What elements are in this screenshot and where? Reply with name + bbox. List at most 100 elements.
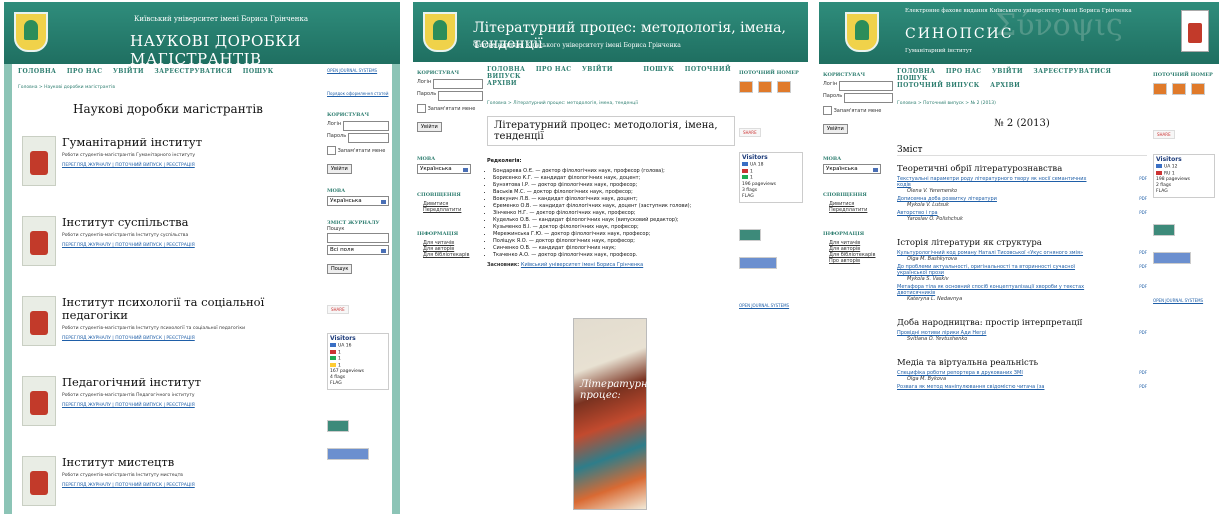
institute-name[interactable]: Інститут суспільства — [62, 216, 312, 229]
ojs-link[interactable]: OPEN JOURNAL SYSTEMS — [1153, 298, 1215, 303]
institute-name[interactable]: Інститут психології та соціальної педаго… — [62, 296, 312, 322]
journal-thumbnail[interactable] — [22, 296, 56, 346]
ua-badge-icon[interactable] — [1153, 224, 1175, 236]
subscribe-link[interactable]: Передплатити — [829, 207, 893, 213]
nav-search[interactable]: ПОШУК — [897, 75, 928, 82]
ua-badge-icon[interactable] — [327, 420, 349, 432]
remember-checkbox[interactable] — [823, 106, 832, 115]
pdf-link[interactable]: PDF — [1139, 196, 1147, 202]
login-button[interactable]: Увійти — [327, 164, 352, 174]
institute-links[interactable]: ПЕРЕГЛЯД ЖУРНАЛУ | ПОТОЧНИЙ ВИПУСК | РЕЄ… — [62, 163, 195, 168]
journal-thumbnail[interactable] — [22, 376, 56, 426]
pdf-link[interactable]: PDF — [1139, 264, 1147, 270]
password-input[interactable] — [844, 93, 893, 103]
institute-links[interactable]: ПЕРЕГЛЯД ЖУРНАЛУ | ПОТОЧНИЙ ВИПУСК | РЕЄ… — [62, 243, 195, 248]
nav-login[interactable]: УВІЙТИ — [992, 68, 1023, 75]
nav-about[interactable]: ПРО НАС — [946, 68, 982, 75]
feed-rss1-icon[interactable] — [777, 81, 792, 93]
share-button[interactable]: SHARE — [327, 305, 349, 314]
nav-search[interactable]: ПОШУК — [243, 68, 274, 75]
counter-badge-icon[interactable] — [327, 448, 369, 460]
search-input[interactable] — [327, 233, 389, 243]
nav-login[interactable]: УВІЙТИ — [582, 66, 613, 73]
search-button[interactable]: Пошук — [327, 264, 353, 274]
journal-thumbnail[interactable] — [22, 216, 56, 266]
article-title-link[interactable]: Текстуальні параметри роду літературного… — [897, 176, 1097, 188]
search-scope-select[interactable]: Всі поля — [327, 245, 389, 255]
breadcrumb[interactable]: Головна > Поточний випуск > № 2 (2013) — [897, 101, 1147, 106]
subscribe-link[interactable]: Передплатити — [423, 207, 483, 213]
share-button[interactable]: SHARE — [1153, 130, 1175, 139]
article-title-link[interactable]: До проблеми актуальності, оригінальності… — [897, 264, 1097, 276]
pdf-link[interactable]: PDF — [1139, 250, 1147, 256]
language-select[interactable]: Українська — [823, 164, 881, 174]
share-button[interactable]: SHARE — [739, 128, 761, 137]
nav-current-issue[interactable]: ПОТОЧНИЙ ВИПУСК — [897, 82, 980, 89]
article-title-link[interactable]: Метафора тіла як основний спосіб концепт… — [897, 284, 1097, 296]
pdf-link[interactable]: PDF — [1139, 176, 1147, 182]
remember-checkbox[interactable] — [327, 146, 336, 155]
breadcrumb[interactable]: Головна > Літературний процес: методолог… — [487, 101, 735, 106]
toc-title: Зміст — [897, 145, 1147, 156]
article-title-link[interactable]: Розвага як метод маніпулювання свідоміст… — [897, 384, 1097, 390]
nav-login[interactable]: УВІЙТИ — [113, 68, 144, 75]
nav-register[interactable]: ЗАРЕЄСТРУВАТИСЯ — [1033, 68, 1111, 75]
feed-rss1-icon[interactable] — [1191, 83, 1206, 95]
board-member: Поліщук Я.О. — доктор філологічних наук,… — [493, 238, 735, 245]
pdf-link[interactable]: PDF — [1139, 384, 1147, 390]
institute-links[interactable]: ПЕРЕГЛЯД ЖУРНАЛУ | ПОТОЧНИЙ ВИПУСК | РЕЄ… — [62, 336, 195, 341]
password-input[interactable] — [438, 91, 483, 101]
site-header: Σύνοψις Електронне фахове видання Київсь… — [819, 2, 1219, 64]
feed-rss2-icon[interactable] — [1172, 83, 1187, 95]
pdf-link[interactable]: PDF — [1139, 330, 1147, 336]
pdf-link[interactable]: PDF — [1139, 284, 1147, 290]
ua-badge-icon[interactable] — [739, 228, 761, 241]
nav-about[interactable]: ПРО НАС — [67, 68, 103, 75]
nav-archives[interactable]: АРХІВИ — [990, 82, 1020, 89]
nav-archives[interactable]: АРХІВИ — [487, 80, 517, 87]
journal-cover-image: Літературний процес: — [573, 318, 660, 510]
page-body: ГОЛОВНА ПРО НАС УВІЙТИ ЗАРЕЄСТРУВАТИСЯ П… — [12, 64, 392, 514]
remember-label: Запам'ятати мене — [427, 106, 476, 112]
nav-register[interactable]: ЗАРЕЄСТРУВАТИСЯ — [154, 68, 232, 75]
feed-atom-icon[interactable] — [739, 81, 753, 93]
nav-search[interactable]: ПОШУК — [643, 66, 674, 73]
visitors-counter[interactable]: Visitors UA 16 1 1 1 167 pageviews 4 fla… — [327, 333, 389, 390]
journal-thumbnail[interactable] — [22, 136, 56, 186]
institute-description: Роботи студентів-магістрантів Інституту … — [62, 473, 183, 478]
login-button[interactable]: Увійти — [823, 124, 848, 134]
journal-thumbnail[interactable] — [22, 456, 56, 506]
feed-atom-icon[interactable] — [1153, 83, 1167, 95]
password-input[interactable] — [348, 133, 389, 143]
institute-links[interactable]: ПЕРЕГЛЯД ЖУРНАЛУ | ПОТОЧНИЙ ВИПУСК | РЕЄ… — [62, 403, 195, 408]
founder-link[interactable]: Київський університет імені Бориса Грінч… — [521, 262, 643, 268]
login-button[interactable]: Увійти — [417, 122, 442, 132]
feed-rss2-icon[interactable] — [758, 81, 773, 93]
remember-checkbox[interactable] — [417, 104, 426, 113]
pdf-link[interactable]: PDF — [1139, 210, 1147, 216]
counter-badge-icon[interactable] — [739, 256, 777, 269]
ojs-link[interactable]: OPEN JOURNAL SYSTEMS — [739, 303, 803, 308]
institute-links[interactable]: ПЕРЕГЛЯД ЖУРНАЛУ | ПОТОЧНИЙ ВИПУСК | РЕЄ… — [62, 483, 195, 488]
institute-name[interactable]: Інститут мистецтв — [62, 456, 312, 469]
language-select[interactable]: Українська — [417, 164, 471, 174]
institute-name[interactable]: Педагогічний інститут — [62, 376, 312, 389]
nav-home[interactable]: ГОЛОВНА — [487, 66, 525, 73]
nav-home[interactable]: ГОЛОВНА — [897, 68, 935, 75]
guidelines-link[interactable]: Порядок оформлення статей — [327, 91, 389, 96]
pdf-link[interactable]: PDF — [1139, 370, 1147, 376]
language-select[interactable]: Українська — [327, 196, 389, 206]
counter-badge-icon[interactable] — [1153, 252, 1191, 264]
login-input[interactable] — [839, 81, 893, 91]
login-input[interactable] — [343, 121, 389, 131]
institute-name[interactable]: Гуманітарний інститут — [62, 136, 312, 149]
breadcrumb[interactable]: Головна > Наукові доробки магістрантів — [18, 85, 318, 90]
login-input[interactable] — [433, 79, 483, 89]
for-librarians-link[interactable]: Для бібліотекарів — [423, 252, 483, 258]
visitors-counter[interactable]: Visitors UA 18 1 1 196 pageviews 3 flags… — [739, 152, 803, 203]
about-authors-link[interactable]: Про авторів — [829, 258, 893, 264]
nav-about[interactable]: ПРО НАС — [536, 66, 572, 73]
nav-home[interactable]: ГОЛОВНА — [18, 68, 56, 75]
ojs-link[interactable]: OPEN JOURNAL SYSTEMS — [327, 68, 389, 73]
visitors-counter[interactable]: Visitors UA 12 RU 1 198 pageviews 2 flag… — [1153, 154, 1215, 198]
